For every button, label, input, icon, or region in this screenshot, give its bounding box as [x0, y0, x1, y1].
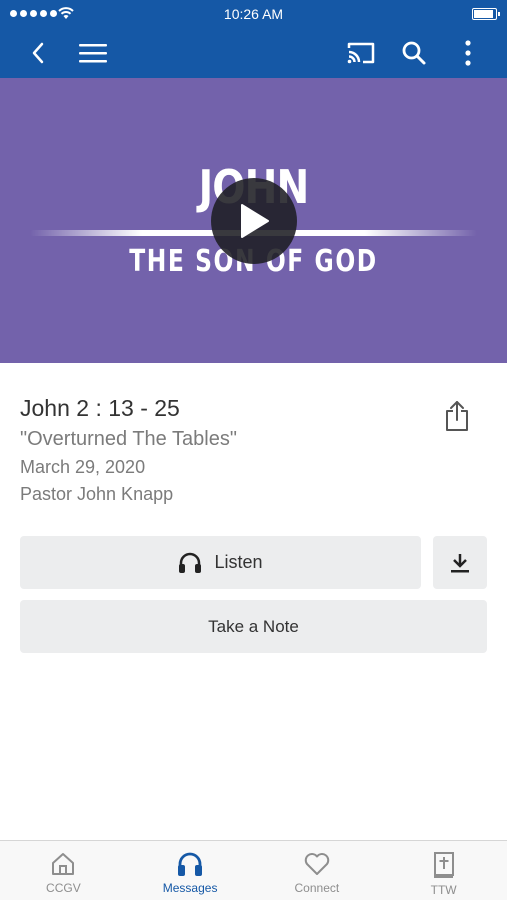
tab-label: TTW [430, 883, 457, 897]
tab-ttw[interactable]: TTW [380, 841, 507, 900]
search-icon [402, 41, 426, 65]
headphones-icon [179, 552, 202, 573]
more-options-button[interactable] [450, 35, 486, 71]
download-icon [451, 553, 469, 572]
scripture-passage: John 2 : 13 - 25 [20, 395, 180, 421]
share-icon [446, 401, 468, 431]
share-button[interactable] [440, 398, 474, 434]
tab-bar: CCGV Messages Connect TTW [0, 840, 507, 900]
play-video-button[interactable] [211, 178, 297, 264]
listen-button[interactable]: Listen [20, 536, 421, 589]
message-date: March 29, 2020 [20, 457, 146, 477]
sermon-artwork[interactable]: JOHN THE SON OF GOD [0, 78, 507, 363]
cast-icon [347, 42, 375, 64]
heart-icon [304, 853, 330, 875]
tab-label: Messages [162, 881, 218, 895]
home-icon [52, 853, 75, 875]
play-icon [241, 204, 269, 238]
status-time: 10:26 AM [223, 6, 284, 22]
hamburger-menu-icon [79, 44, 107, 63]
nav-bar [0, 28, 507, 78]
download-button[interactable] [433, 536, 487, 589]
cast-button[interactable] [343, 35, 379, 71]
message-title: "Overturned The Tables" [20, 428, 237, 450]
take-note-button[interactable]: Take a Note [20, 600, 487, 653]
message-speaker: Pastor John Knapp [20, 484, 174, 504]
tab-messages[interactable]: Messages [127, 841, 254, 900]
battery-icon [472, 8, 500, 20]
chevron-left-icon [32, 42, 44, 64]
back-button[interactable] [20, 35, 56, 71]
menu-button[interactable] [75, 35, 111, 71]
tab-ccgv[interactable]: CCGV [0, 841, 127, 900]
message-info: John 2 : 13 - 25 "Overturned The Tables"… [20, 392, 440, 508]
search-button[interactable] [396, 35, 432, 71]
headphones-icon [178, 852, 203, 876]
tab-connect[interactable]: Connect [254, 841, 381, 900]
tab-label: CCGV [46, 881, 81, 895]
tab-label: Connect [294, 881, 340, 895]
listen-label: Listen [214, 552, 263, 572]
bible-icon [433, 852, 454, 878]
take-note-label: Take a Note [208, 616, 299, 636]
status-bar: 10:26 AM [0, 0, 507, 28]
more-vertical-icon [465, 40, 471, 66]
